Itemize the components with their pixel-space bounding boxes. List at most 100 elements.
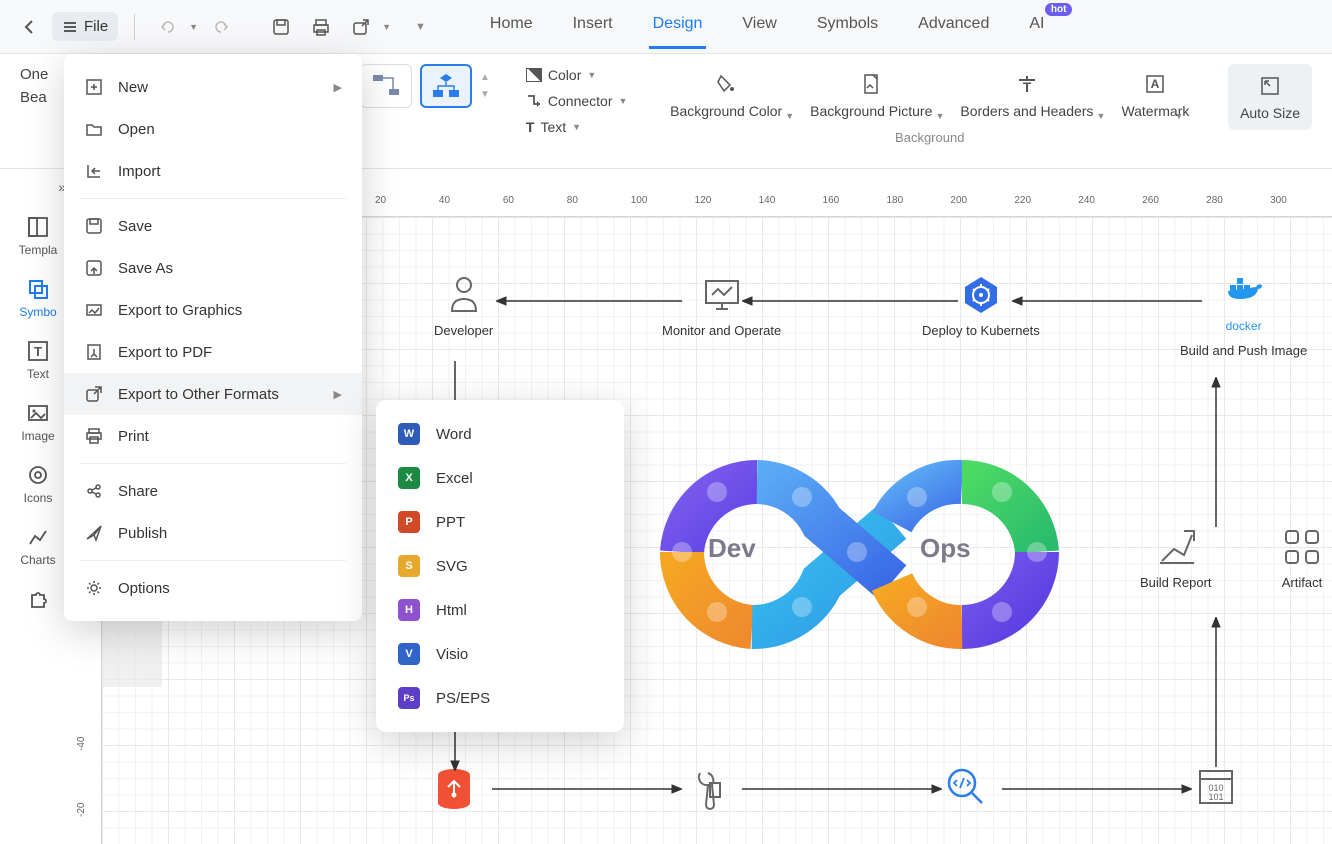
tab-advanced[interactable]: Advanced xyxy=(914,9,993,45)
tab-design[interactable]: Design xyxy=(649,9,707,45)
report-icon xyxy=(1154,525,1198,569)
top-toolbar: File ▼ ▼ ▼ Home Insert Design View Symbo… xyxy=(0,0,1332,54)
save-button[interactable] xyxy=(264,10,298,44)
gear-icon xyxy=(84,578,104,598)
sidebar-icons[interactable]: Icons xyxy=(24,461,53,505)
shape-scroll-down[interactable]: ▼ xyxy=(480,89,490,100)
arrow-binary-up xyxy=(1210,617,1222,767)
undo-dropdown[interactable]: ▼ xyxy=(189,22,198,32)
menu-save[interactable]: Save xyxy=(64,205,362,247)
save-as-icon xyxy=(84,258,104,278)
svg-icon: S xyxy=(398,555,420,577)
bg-picture-button[interactable]: Background Picture▼ xyxy=(796,64,946,126)
menu-options[interactable]: Options xyxy=(64,567,362,609)
sidebar-charts[interactable]: Charts xyxy=(20,523,55,567)
sidebar-templates[interactable]: Templa xyxy=(19,213,58,257)
node-docker[interactable]: docker Build and Push Image xyxy=(1180,269,1307,358)
code-search-icon xyxy=(944,765,988,809)
publish-icon xyxy=(84,523,104,543)
tab-symbols[interactable]: Symbols xyxy=(813,9,882,45)
toolbar-left: File ▼ ▼ ▼ xyxy=(14,10,426,44)
export-pdf-icon xyxy=(84,342,104,362)
tab-insert[interactable]: Insert xyxy=(569,9,617,45)
export-visio[interactable]: VVisio xyxy=(376,632,624,676)
excel-icon: X xyxy=(398,467,420,489)
node-wrench[interactable] xyxy=(684,765,728,815)
text-tool[interactable]: T Text▼ xyxy=(522,116,632,138)
watermark-icon: A xyxy=(1141,70,1169,98)
charts-icon xyxy=(24,523,52,551)
back-button[interactable] xyxy=(14,11,46,43)
icons-icon xyxy=(24,461,52,489)
ps-icon: Ps xyxy=(398,687,420,709)
sidebar-more[interactable] xyxy=(24,585,52,613)
menu-open[interactable]: Open xyxy=(64,108,362,150)
color-tool[interactable]: Color▼ xyxy=(522,64,632,86)
menu-publish[interactable]: Publish xyxy=(64,512,362,554)
menu-divider xyxy=(80,560,346,561)
sidebar-symbols[interactable]: Symbo xyxy=(19,275,56,319)
export-ps[interactable]: PsPS/EPS xyxy=(376,676,624,720)
undo-button[interactable] xyxy=(151,10,185,44)
more-dropdown[interactable]: ▼ xyxy=(415,21,426,33)
node-codesearch[interactable] xyxy=(944,765,988,815)
wrench-icon xyxy=(684,765,728,809)
export-button[interactable] xyxy=(344,10,378,44)
dev-label: Dev xyxy=(708,533,756,564)
print-button[interactable] xyxy=(304,10,338,44)
export-html[interactable]: HHtml xyxy=(376,588,624,632)
export-graphics-icon xyxy=(84,300,104,320)
autosize-icon xyxy=(1256,72,1284,100)
shape-preset-2-selected[interactable] xyxy=(420,64,472,108)
monitor-icon xyxy=(700,273,744,317)
file-label: File xyxy=(84,18,108,35)
connector-tool[interactable]: Connector▼ xyxy=(522,90,632,112)
node-binary[interactable]: 010101 xyxy=(1194,765,1238,815)
artifact-icon xyxy=(1280,525,1324,569)
developer-icon xyxy=(442,273,486,317)
main-tabs: Home Insert Design View Symbols Advanced… xyxy=(486,9,1049,45)
watermark-button[interactable]: A Watermark▼ xyxy=(1107,64,1203,126)
tab-home[interactable]: Home xyxy=(486,9,537,45)
redo-button[interactable] xyxy=(204,10,238,44)
shape-scroll-up[interactable]: ▲ xyxy=(480,72,490,83)
node-developer[interactable]: Developer xyxy=(434,273,493,338)
word-icon: W xyxy=(398,423,420,445)
export-word[interactable]: WWord xyxy=(376,412,624,456)
devops-infinity[interactable] xyxy=(642,442,1072,662)
tab-ai[interactable]: AI hot xyxy=(1025,9,1048,45)
menu-divider xyxy=(80,463,346,464)
export-ppt[interactable]: PPPT xyxy=(376,500,624,544)
export-excel[interactable]: XExcel xyxy=(376,456,624,500)
tab-view[interactable]: View xyxy=(738,9,780,45)
menu-export-other[interactable]: Export to Other Formats ▶ xyxy=(64,373,362,415)
menu-print[interactable]: Print xyxy=(64,415,362,457)
node-artifact[interactable]: Artifact xyxy=(1280,525,1324,590)
export-dropdown[interactable]: ▼ xyxy=(382,22,391,32)
shape-preset-1[interactable] xyxy=(360,64,412,108)
menu-import[interactable]: Import xyxy=(64,150,362,192)
menu-divider xyxy=(80,198,346,199)
sidebar-text[interactable]: T Text xyxy=(24,337,52,381)
menu-share[interactable]: Share xyxy=(64,470,362,512)
export-svg[interactable]: SSVG xyxy=(376,544,624,588)
menu-save-as[interactable]: Save As xyxy=(64,247,362,289)
visio-icon: V xyxy=(398,643,420,665)
background-section-label: Background xyxy=(895,130,964,145)
file-menu-button[interactable]: File xyxy=(52,12,118,41)
arrow-report-up xyxy=(1210,377,1222,527)
menu-export-graphics[interactable]: Export to Graphics xyxy=(64,289,362,331)
menu-export-pdf[interactable]: Export to PDF xyxy=(64,331,362,373)
borders-button[interactable]: T Borders and Headers▼ xyxy=(946,64,1107,126)
git-icon xyxy=(434,765,478,809)
borders-icon: T xyxy=(1013,70,1041,98)
bg-color-button[interactable]: Background Color▼ xyxy=(656,64,796,126)
node-git[interactable] xyxy=(434,765,478,815)
symbols-icon xyxy=(24,275,52,303)
divider xyxy=(134,14,135,40)
menu-new[interactable]: New ▶ xyxy=(64,66,362,108)
auto-size-button[interactable]: Auto Size xyxy=(1228,64,1312,130)
node-build-report[interactable]: Build Report xyxy=(1140,525,1212,590)
folder-icon xyxy=(84,119,104,139)
sidebar-images[interactable]: Image xyxy=(21,399,54,443)
